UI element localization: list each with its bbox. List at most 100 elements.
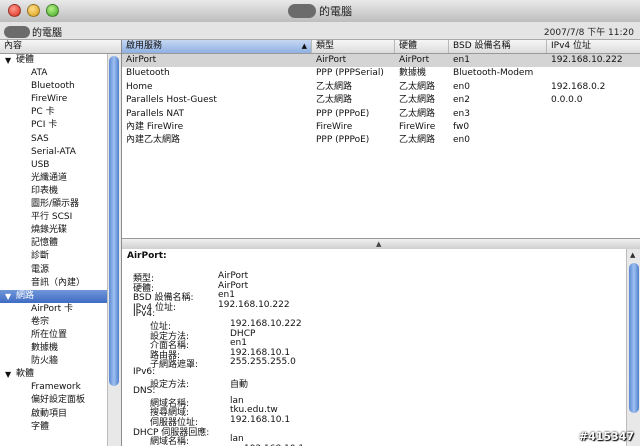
sidebar-item[interactable]: 防火牆 <box>0 355 121 368</box>
report-timestamp: 2007/7/8 下午 11:20 <box>543 28 634 38</box>
table-cell: FireWire <box>399 122 436 132</box>
sidebar-item[interactable]: 燒錄光碟 <box>0 224 121 237</box>
sidebar-item[interactable]: 所在位置 <box>0 329 121 342</box>
sidebar-item-label: 防火牆 <box>31 356 59 367</box>
sidebar-item-label: 啟動項目 <box>31 408 68 419</box>
table-cell: en0 <box>453 81 470 92</box>
sidebar-item-label: 印表機 <box>31 185 59 196</box>
contents-sidebar: 內容 ▼ 硬體 ATA Bluetooth FireWire PC 卡 PCI 卡 SAS Se… <box>0 40 122 446</box>
disclosure-triangle-icon[interactable]: ▼ <box>5 290 11 303</box>
sidebar-item-label: 平行 SCSI <box>31 212 73 223</box>
caret-up-icon: ▲ <box>376 240 382 248</box>
column-header-bsd[interactable]: BSD 設備名稱 <box>449 40 547 53</box>
table-cell: 192.168.10.222 <box>551 55 623 65</box>
sidebar-item[interactable]: 光纖通道 <box>0 172 121 185</box>
table-cell: PPP (PPPSerial) <box>316 68 384 79</box>
sidebar-item-label: 軟體 <box>16 369 35 380</box>
column-header-label: 啟用服務 <box>126 41 163 51</box>
column-header-type[interactable]: 類型 <box>312 40 395 53</box>
table-cell: 0.0.0.0 <box>551 95 583 106</box>
detail-value: 255.255.255.0 <box>230 357 296 368</box>
sidebar-item[interactable]: 字體 <box>0 421 121 434</box>
sidebar-item-label: Framework <box>31 382 81 393</box>
table-cell: FireWire <box>316 122 353 132</box>
sidebar-item-label: 字體 <box>31 421 50 432</box>
sidebar-item[interactable]: 偏好設定面板 <box>0 394 121 407</box>
sidebar-item-label: 所在位置 <box>31 329 68 340</box>
sidebar-item-label: 硬體 <box>16 55 35 65</box>
sidebar-item[interactable]: 卷宗 <box>0 316 121 329</box>
sidebar-item-label: FireWire <box>31 94 68 105</box>
table-row[interactable]: 內建 FireWire FireWire FireWire fw0 <box>122 121 640 134</box>
disclosure-triangle-icon[interactable]: ▼ <box>5 368 11 381</box>
sidebar-item[interactable]: ATA <box>0 67 121 80</box>
sidebar-item-label: 音訊（內建） <box>31 277 86 288</box>
disclosure-triangle-icon[interactable]: ▼ <box>5 54 11 67</box>
sidebar-item[interactable]: FireWire <box>0 93 121 106</box>
sidebar-item-label: 偏好設定面板 <box>31 395 86 406</box>
table-row[interactable]: Parallels Host-Guest 乙太網路 乙太網路 en2 0.0.0.0 <box>122 94 640 107</box>
sidebar-scrollbar[interactable] <box>107 54 121 446</box>
sidebar-category[interactable]: ▼ 硬體 <box>0 54 121 67</box>
table-cell: Bluetooth <box>126 68 170 79</box>
sidebar-item[interactable]: Framework <box>0 381 121 394</box>
sidebar-item-label: SAS <box>31 133 49 144</box>
sidebar-category[interactable]: ▼ 軟體 <box>0 368 121 381</box>
sidebar-item-label: 卷宗 <box>31 316 50 327</box>
sidebar-item[interactable]: 電源 <box>0 264 121 277</box>
main-panel: 啟用服務 ▲ 類型 硬體 BSD 設備名稱 IPv4 位址 AirPort Air… <box>122 40 640 446</box>
sidebar-header[interactable]: 內容 <box>0 40 121 54</box>
detail-value: 192.168.10.222 <box>230 319 302 329</box>
redacted-name-blur <box>4 25 30 38</box>
sidebar-item[interactable]: 記憶體 <box>0 237 121 250</box>
sidebar-item[interactable]: AirPort 卡 <box>0 303 121 316</box>
column-header-hardware[interactable]: 硬體 <box>395 40 449 53</box>
table-cell: 乙太網路 <box>399 135 436 146</box>
table-row[interactable]: AirPort AirPort AirPort en1 192.168.10.222 <box>122 54 640 68</box>
table-cell: Parallels NAT <box>126 108 185 119</box>
watermark-text: #415347 <box>578 430 634 443</box>
detail-title: AirPort: <box>127 251 167 261</box>
column-header-ipv4[interactable]: IPv4 位址 <box>547 40 640 53</box>
window-title: 的電腦 <box>319 5 352 18</box>
sidebar-item[interactable]: 啟動項目 <box>0 408 121 421</box>
table-header: 啟用服務 ▲ 類型 硬體 BSD 設備名稱 IPv4 位址 <box>122 40 640 54</box>
scroll-up-arrow-icon[interactable]: ▲ <box>630 251 635 259</box>
sort-ascending-icon: ▲ <box>301 42 307 50</box>
table-row[interactable]: 內建乙太網路 PPP (PPPoE) 乙太網路 en0 <box>122 134 640 147</box>
machine-name-group: 的電腦 <box>4 24 62 39</box>
detail-scroll-thumb[interactable] <box>629 263 639 413</box>
sidebar-item[interactable]: SAS <box>0 133 121 146</box>
sidebar-item[interactable]: PCI 卡 <box>0 119 121 132</box>
sidebar-item[interactable]: 平行 SCSI <box>0 211 121 224</box>
redacted-name-blur <box>288 4 316 18</box>
detail-value: lan <box>230 434 244 445</box>
column-header-service[interactable]: 啟用服務 ▲ <box>122 40 312 53</box>
table-row[interactable]: Home 乙太網路 乙太網路 en0 192.168.0.2 <box>122 81 640 94</box>
table-cell: 乙太網路 <box>316 81 353 92</box>
table-row[interactable]: Parallels NAT PPP (PPPoE) 乙太網路 en3 <box>122 108 640 121</box>
sidebar-item[interactable]: 印表機 <box>0 185 121 198</box>
detail-label: 設定方法: <box>150 379 190 390</box>
detail-pane: AirPort: 類型: AirPort 硬體: AirPort BSD 設備名稱: en… <box>122 249 626 446</box>
sidebar-item[interactable]: 診斷 <box>0 250 121 263</box>
table-cell: Parallels Host-Guest <box>126 95 217 106</box>
sidebar-item[interactable]: Bluetooth <box>0 80 121 93</box>
sidebar-scroll-thumb[interactable] <box>109 56 119 386</box>
detail-value: tku.edu.tw <box>230 405 278 416</box>
sidebar-item[interactable]: Serial-ATA <box>0 146 121 159</box>
table-row[interactable]: Bluetooth PPP (PPPSerial) 數據機 Bluetooth-Mod… <box>122 67 640 80</box>
sidebar-item[interactable]: PC 卡 <box>0 106 121 119</box>
table-cell: 內建 FireWire <box>126 122 184 132</box>
detail-scrollbar[interactable]: ▲ <box>626 249 640 446</box>
sidebar-item[interactable]: USB <box>0 159 121 172</box>
sidebar-category[interactable]: ▼ 網路 <box>0 289 121 303</box>
sidebar-item-label: ATA <box>31 68 48 79</box>
table-cell: AirPort <box>126 55 157 65</box>
sidebar-item[interactable]: 圖形/顯示器 <box>0 198 121 211</box>
detail-value: 自動 <box>230 379 249 390</box>
detail-value: 192.168.10.1 <box>230 347 291 358</box>
sidebar-item[interactable]: 音訊（內建） <box>0 277 121 290</box>
sidebar-item-label: 燒錄光碟 <box>31 225 68 236</box>
sidebar-item[interactable]: 數據機 <box>0 342 121 355</box>
